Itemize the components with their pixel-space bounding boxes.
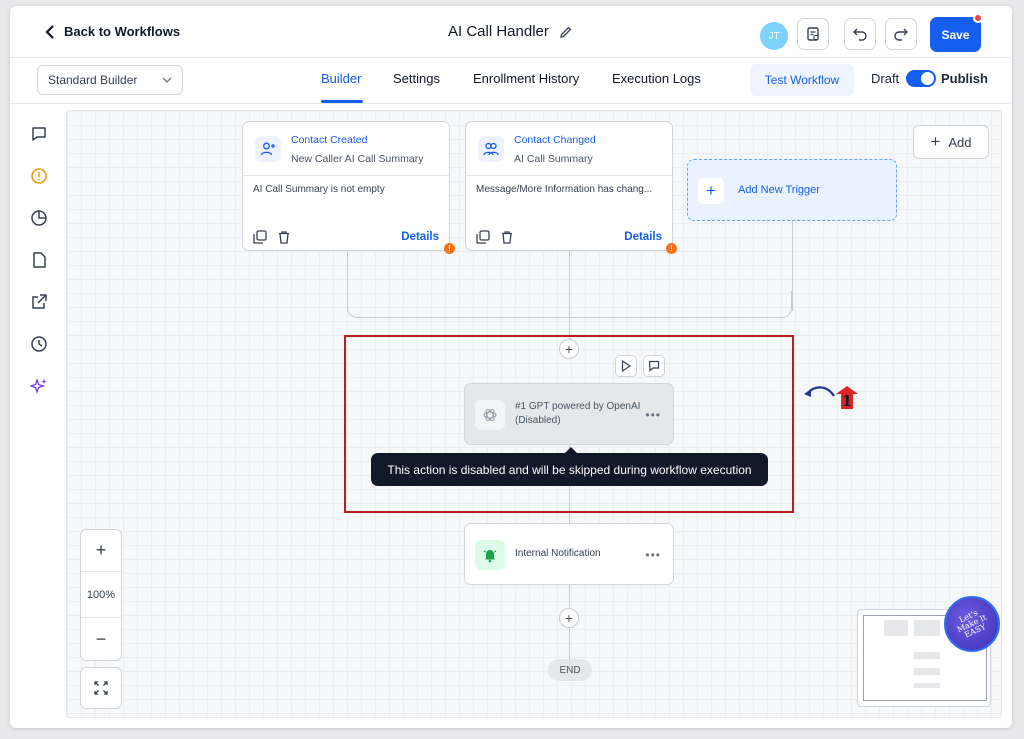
users-icon [478,136,504,162]
redo-icon [894,28,908,41]
trigger-details-link[interactable]: Details [401,231,439,243]
action-title: Internal Notification [515,548,601,559]
plus-icon: + [698,178,724,204]
comment-icon[interactable] [29,124,49,144]
page-title: AI Call Handler [448,23,549,40]
trigger-card-footer: Details [466,222,672,252]
back-to-workflows-button[interactable]: Back to Workflows [44,24,180,39]
copy-icon[interactable] [253,230,267,244]
unsaved-indicator [973,13,983,23]
zoom-out-button[interactable]: − [81,618,121,660]
zoom-in-button[interactable]: + [81,530,121,572]
app-window: Back to Workflows AI Call Handler JT Sav… [10,6,1012,728]
active-tab-indicator [321,100,363,103]
trigger-card-footer: Details [243,222,449,252]
workflow-canvas[interactable]: Contact Created New Caller AI Call Summa… [66,110,1002,718]
plus-icon: + [930,132,941,151]
trigger-card-contact-changed[interactable]: Contact Changed AI Call Summary Message/… [465,121,673,251]
builder-mode-value: Standard Builder [48,73,138,87]
alert-circle-icon[interactable] [29,166,49,186]
watermark-badge: Let's Make It EASY [944,596,1000,652]
zoom-controls: + 100% − [80,529,122,661]
redo-button[interactable] [885,18,917,50]
pie-chart-icon[interactable] [29,208,49,228]
copy-icon[interactable] [476,230,490,244]
tab-execution-logs[interactable]: Execution Logs [612,71,701,86]
connector-line [792,221,793,311]
trigger-card-header: Contact Created New Caller AI Call Summa… [243,122,449,176]
trigger-details-link[interactable]: Details [624,231,662,243]
save-button[interactable]: Save [930,17,981,52]
add-new-trigger-label: Add New Trigger [738,184,820,196]
left-sidebar [10,104,66,728]
test-workflow-button[interactable]: Test Workflow [750,64,854,96]
chevron-down-icon [162,77,172,83]
end-node: END [548,659,592,681]
warning-badge: ! [444,243,455,254]
external-link-icon[interactable] [29,292,49,312]
more-options-icon[interactable]: ••• [645,548,661,562]
zoom-level: 100% [81,572,121,618]
expand-icon [94,681,108,695]
clock-icon[interactable] [29,334,49,354]
trigger-subtitle: New Caller AI Call Summary [291,153,424,165]
publish-toggle[interactable] [906,70,936,87]
trigger-name: Contact Changed [514,134,596,146]
trigger-condition: Message/More Information has chang... [476,184,653,195]
add-user-icon [255,136,281,162]
annotation-arrow-icon [804,386,835,397]
document-icon[interactable] [29,250,49,270]
add-step-plus-button[interactable]: + [559,608,579,628]
clipboard-icon [807,27,819,41]
publish-label: Publish [941,71,988,86]
builder-mode-select[interactable]: Standard Builder [37,65,183,95]
trigger-subtitle: AI Call Summary [514,153,593,165]
bell-icon [475,540,505,570]
workflow-title-group: AI Call Handler [448,23,573,40]
sub-toolbar: Standard Builder Builder Settings Enroll… [10,58,1012,104]
trigger-card-header: Contact Changed AI Call Summary [466,122,672,176]
undo-icon [853,28,867,41]
trash-icon[interactable] [277,230,291,244]
add-new-trigger-button[interactable]: + Add New Trigger [687,159,897,221]
chevron-left-icon [45,24,54,39]
undo-button[interactable] [844,18,876,50]
trigger-card-actions [253,230,291,244]
top-bar: Back to Workflows AI Call Handler JT Sav… [10,6,1012,58]
trigger-condition: AI Call Summary is not empty [253,184,385,195]
warning-badge: ! [666,243,677,254]
annotation-number: 1 [841,392,853,410]
tab-builder[interactable]: Builder [321,71,361,86]
fit-view-button[interactable] [80,667,122,709]
workflow-notes-button[interactable] [797,18,829,50]
trash-icon[interactable] [500,230,514,244]
back-label: Back to Workflows [64,24,181,39]
annotation-highlight-box [344,335,794,513]
watermark-text: Let's Make It EASY [955,608,988,640]
avatar[interactable]: JT [760,22,788,50]
add-button[interactable]: + Add [913,125,989,159]
trigger-card-contact-created[interactable]: Contact Created New Caller AI Call Summa… [242,121,450,251]
trigger-card-actions [476,230,514,244]
sparkle-icon[interactable] [29,376,49,396]
connector-merge [347,291,792,318]
trigger-name: Contact Created [291,134,368,146]
draft-label: Draft [871,71,900,86]
tab-settings[interactable]: Settings [393,71,440,86]
add-label: Add [948,134,972,150]
tab-enrollment-history[interactable]: Enrollment History [473,71,579,86]
toggle-knob [921,72,934,85]
action-card-internal-notification[interactable]: Internal Notification ••• [464,523,674,585]
pencil-icon[interactable] [559,25,573,39]
